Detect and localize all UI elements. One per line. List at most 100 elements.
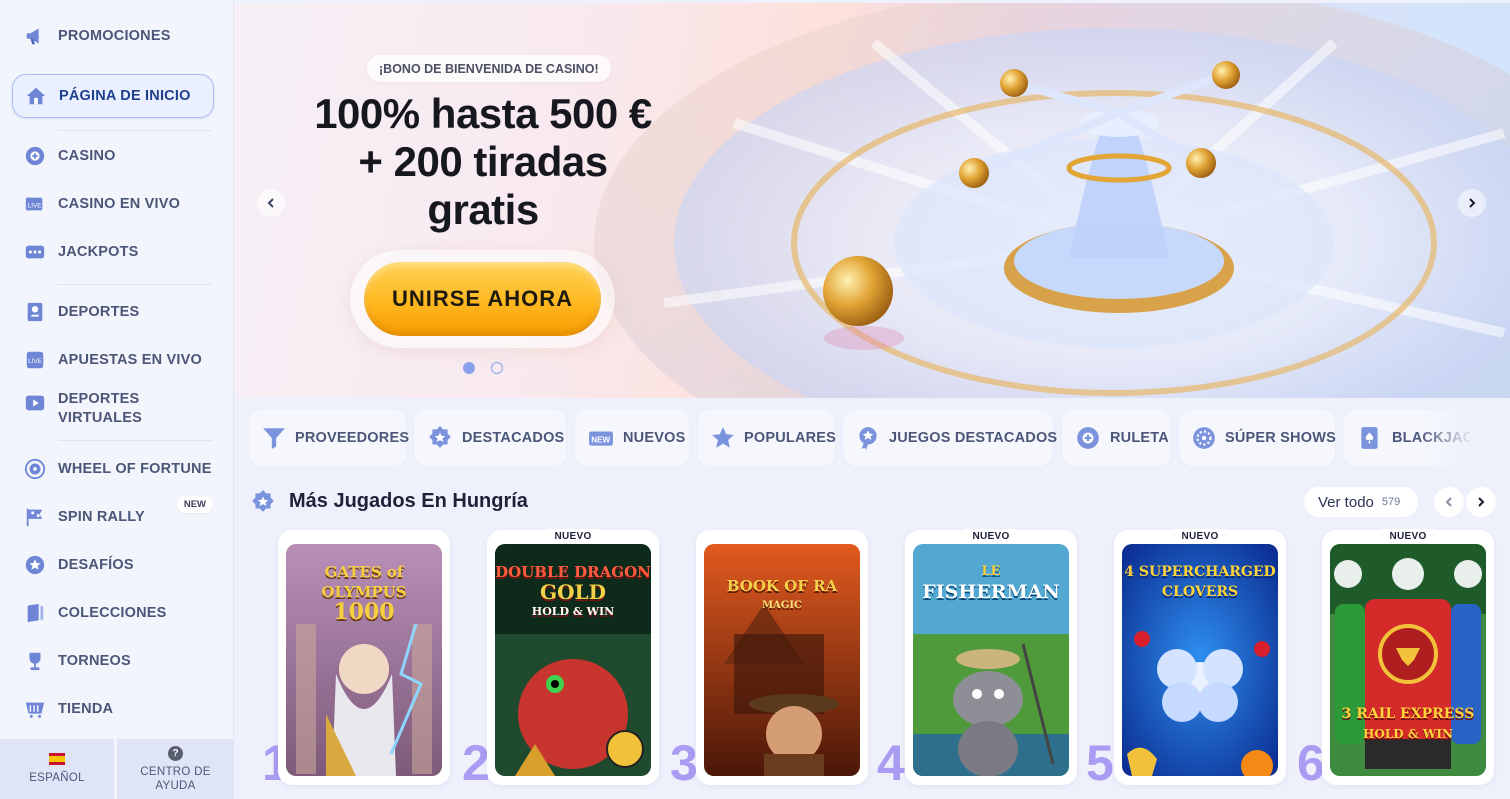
- live-casino-icon: LIVE: [22, 191, 48, 217]
- sidebar-item-label: DEPORTES VIRTUALES: [58, 391, 142, 426]
- game-title-line: GATES of OLYMPUS: [321, 563, 407, 601]
- category-label: POPULARES: [744, 430, 837, 446]
- category-label: SÚPER SHOWS: [1225, 430, 1336, 446]
- medal-icon: [855, 424, 881, 452]
- game-thumbnail: GATES of OLYMPUS 1000: [286, 544, 442, 776]
- join-now-button[interactable]: UNIRSE AHORA: [364, 262, 601, 336]
- help-center-button[interactable]: ? CENTRO DE AYUDA: [117, 739, 234, 799]
- svg-text:NEW: NEW: [591, 435, 610, 444]
- hero-next-button[interactable]: [1458, 189, 1486, 217]
- wheel-icon: [22, 456, 48, 482]
- category-label: PROVEEDORES: [295, 430, 410, 446]
- rank-number: 5: [1086, 735, 1114, 791]
- home-icon: [23, 83, 49, 109]
- game-title: BOOK OF RA MAGIC: [704, 562, 860, 616]
- category-nuevos[interactable]: NEW NUEVOS: [575, 410, 689, 466]
- sidebar-item-deportes[interactable]: DEPORTES: [12, 290, 214, 334]
- sidebar-item-label: WHEEL OF FORTUNE: [58, 460, 212, 477]
- sidebar-item-label: PÁGINA DE INICIO: [59, 87, 191, 104]
- game-card-double-dragon-gold[interactable]: NUEVO DOUBLE DRAGON GOLD HOLD & WIN: [487, 529, 659, 785]
- category-juegos-destacados[interactable]: JUEGOS DESTACADOS: [843, 410, 1057, 466]
- sidebar-item-tienda[interactable]: TIENDA: [12, 687, 214, 731]
- hero-title: 100% hasta 500 € + 200 tiradas gratis: [290, 90, 676, 234]
- game-title-line: GOLD: [540, 580, 606, 604]
- game-thumbnail: DOUBLE DRAGON GOLD HOLD & WIN: [495, 544, 651, 776]
- carousel-next-button[interactable]: [1466, 487, 1496, 517]
- virtual-sports-icon: [22, 390, 48, 416]
- sidebar-item-desafios[interactable]: DESAFÍOS: [12, 543, 214, 587]
- category-destacados[interactable]: DESTACADOS: [414, 410, 566, 466]
- sidebar-item-label: TORNEOS: [58, 652, 131, 669]
- sidebar-item-colecciones[interactable]: COLECCIONES: [12, 591, 214, 635]
- svg-text:LIVE: LIVE: [28, 203, 42, 210]
- game-title-line: 4 SUPERCHARGED: [1124, 564, 1276, 580]
- game-title: GATES of OLYMPUS 1000: [286, 562, 442, 623]
- category-bar: PROVEEDORES DESTACADOS NEW NUEVOS POPULA…: [249, 410, 1470, 466]
- divider: [58, 284, 212, 285]
- new-tag: NUEVO: [1173, 529, 1227, 544]
- sports-icon: [22, 299, 48, 325]
- slide-dot-active[interactable]: [463, 362, 475, 374]
- game-thumbnail: LE FISHERMAN: [913, 544, 1069, 776]
- sidebar-item-label: APUESTAS EN VIVO: [58, 351, 202, 368]
- sidebar-item-label: DESAFÍOS: [58, 556, 134, 573]
- hero-prev-button[interactable]: [257, 189, 285, 217]
- sidebar-item-wheel-of-fortune[interactable]: WHEEL OF FORTUNE: [12, 447, 214, 491]
- shop-icon: [22, 696, 48, 722]
- rank-number: 6: [1297, 735, 1325, 791]
- game-thumbnail: 4 SUPERCHARGED CLOVERS: [1122, 544, 1278, 776]
- chips-fade: [1420, 410, 1480, 466]
- category-label: JUEGOS DESTACADOS: [889, 430, 1058, 446]
- new-tag: NUEVO: [964, 529, 1018, 544]
- badge-star-icon: [426, 424, 454, 452]
- chevron-right-icon: [1478, 497, 1485, 507]
- help-icon: ?: [168, 745, 183, 761]
- divider: [58, 130, 212, 131]
- game-card-gates-of-olympus[interactable]: GATES of OLYMPUS 1000: [278, 530, 450, 785]
- view-all-button[interactable]: Ver todo 579: [1304, 487, 1418, 517]
- flag-icon: [22, 504, 48, 530]
- sidebar-item-deportes-virtuales[interactable]: DEPORTES VIRTUALES: [12, 386, 214, 430]
- category-ruleta[interactable]: RULETA: [1062, 410, 1171, 466]
- category-super-shows[interactable]: SÚPER SHOWS: [1179, 410, 1336, 466]
- collections-icon: [22, 600, 48, 626]
- sidebar-item-jackpots[interactable]: JACKPOTS: [12, 230, 214, 274]
- carousel-prev-button[interactable]: [1434, 487, 1464, 517]
- star-icon: [710, 424, 736, 452]
- rank-number: 4: [877, 735, 905, 791]
- card-icon: [1356, 424, 1384, 452]
- spain-flag-icon: [49, 753, 65, 765]
- category-populares[interactable]: POPULARES: [698, 410, 837, 466]
- game-title: LE FISHERMAN: [913, 562, 1069, 602]
- rank-number: 3: [670, 735, 698, 791]
- game-thumbnail: 3 RAIL EXPRESS HOLD & WIN: [1330, 544, 1486, 776]
- game-card-book-of-ra-magic[interactable]: BOOK OF RA MAGIC: [696, 530, 868, 785]
- category-proveedores[interactable]: PROVEEDORES: [249, 410, 410, 466]
- game-title: 3 RAIL EXPRESS HOLD & WIN: [1330, 704, 1486, 744]
- game-card-3-rail-express[interactable]: NUEVO 3 RAIL EXPRESS HOLD & WIN: [1322, 529, 1494, 785]
- sidebar-item-torneos[interactable]: TORNEOS: [12, 639, 214, 683]
- sidebar-item-apuestas-en-vivo[interactable]: LIVE APUESTAS EN VIVO: [12, 338, 214, 382]
- game-card-4-supercharged-clovers[interactable]: NUEVO 4 SUPERCHARGED CLOVERS: [1114, 529, 1286, 785]
- challenge-icon: [22, 552, 48, 578]
- game-title-line: MAGIC: [761, 600, 802, 611]
- new-tag: NUEVO: [546, 529, 600, 544]
- help-label: CENTRO DE AYUDA: [140, 765, 211, 792]
- sidebar-item-casino-en-vivo[interactable]: LIVE CASINO EN VIVO: [12, 182, 214, 226]
- badge-star-icon: [252, 490, 274, 512]
- view-all-label: Ver todo: [1318, 493, 1374, 511]
- slide-dot[interactable]: [491, 362, 503, 374]
- sidebar-item-pagina-de-inicio[interactable]: PÁGINA DE INICIO: [12, 74, 214, 118]
- sidebar-item-casino[interactable]: CASINO: [12, 134, 214, 178]
- sidebar-item-label: JACKPOTS: [58, 243, 139, 260]
- chevron-left-icon: [1445, 497, 1452, 507]
- language-selector[interactable]: ESPAÑOL: [0, 739, 114, 799]
- section-title: Más Jugados En Hungría: [289, 490, 528, 512]
- svg-text:LIVE: LIVE: [28, 358, 42, 365]
- game-thumbnail: BOOK OF RA MAGIC: [704, 544, 860, 776]
- trophy-icon: [22, 648, 48, 674]
- funnel-icon: [261, 424, 287, 452]
- game-card-le-fisherman[interactable]: NUEVO LE FISHERMAN: [905, 529, 1077, 785]
- sidebar-item-promociones[interactable]: PROMOCIONES: [12, 14, 214, 58]
- chevron-right-icon: [1469, 198, 1476, 208]
